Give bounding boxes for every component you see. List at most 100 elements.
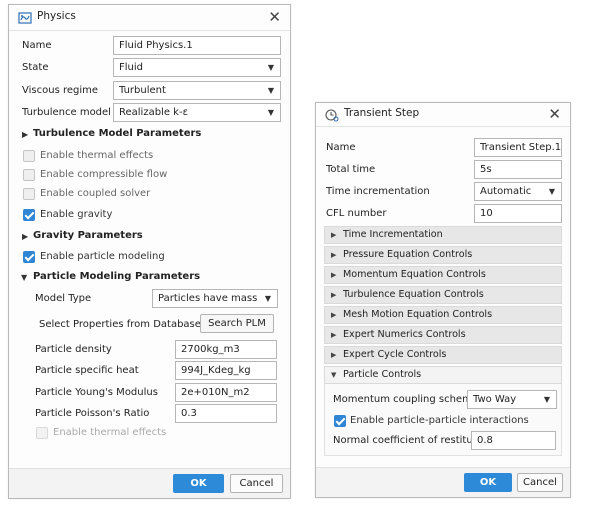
chevron-down-icon: ▼ [267, 108, 274, 117]
particle-thermal-label: Enable thermal effects [53, 427, 167, 438]
cfl-number-label: CFL number [326, 208, 387, 219]
momentum-coupling-dropdown[interactable]: Two Way ▼ [467, 390, 557, 409]
momentum-coupling-label: Momentum coupling scheme [333, 394, 478, 405]
chevron-down-icon: ▼ [548, 187, 555, 196]
physics-dialog-title: Physics [37, 10, 76, 22]
step-name-label: Name [326, 142, 356, 153]
particle-modeling-checkbox[interactable] [23, 251, 35, 263]
time-incrementation-value: Automatic [480, 186, 532, 197]
particle-modeling-label: Enable particle modeling [40, 251, 165, 262]
gravity-label: Enable gravity [40, 209, 113, 220]
coupled-solver-label: Enable coupled solver [40, 188, 151, 199]
particle-thermal-checkbox [36, 427, 48, 439]
turbulence-model-dropdown[interactable]: Realizable k-ε ▼ [113, 103, 281, 122]
momentum-coupling-value: Two Way [473, 394, 517, 405]
expand-arrow-icon: ▶ [331, 231, 337, 239]
pp-interactions-checkbox[interactable] [334, 415, 346, 427]
expand-arrow-icon: ▶ [331, 311, 337, 319]
particle-density-label: Particle density [35, 344, 112, 355]
section-pressure-equation[interactable]: ▶ Pressure Equation Controls [324, 246, 562, 264]
ok-button[interactable]: OK [173, 474, 224, 493]
state-label: State [22, 62, 49, 73]
state-value: Fluid [119, 62, 143, 73]
cfl-number-field[interactable]: 10 [474, 204, 562, 223]
turbulence-model-label: Turbulence model [22, 107, 111, 118]
cancel-button[interactable]: Cancel [517, 473, 563, 492]
viscous-regime-label: Viscous regime [22, 85, 99, 96]
expand-arrow-icon: ▶ [331, 291, 337, 299]
particle-density-field[interactable]: 2700kg_m3 [175, 340, 277, 359]
particle-specific-heat-label: Particle specific heat [35, 365, 139, 376]
transient-dialog-title: Transient Step [344, 107, 420, 119]
model-type-label: Model Type [35, 293, 92, 304]
section-label: Mesh Motion Equation Controls [343, 309, 493, 320]
section-expert-numerics[interactable]: ▶ Expert Numerics Controls [324, 326, 562, 344]
time-incrementation-dropdown[interactable]: Automatic ▼ [474, 182, 562, 201]
particle-controls-panel: Momentum coupling scheme Two Way ▼ Enabl… [324, 384, 562, 456]
thermal-effects-checkbox[interactable] [23, 150, 35, 162]
collapse-arrow-icon: ▼ [331, 371, 337, 379]
section-momentum-equation[interactable]: ▶ Momentum Equation Controls [324, 266, 562, 284]
turbulence-model-value: Realizable k-ε [119, 107, 188, 118]
physics-dialog-icon [18, 12, 32, 24]
section-label: Pressure Equation Controls [343, 249, 473, 260]
close-icon[interactable]: ✕ [268, 8, 281, 26]
coupled-solver-checkbox[interactable] [23, 188, 35, 200]
section-turbulence-equation[interactable]: ▶ Turbulence Equation Controls [324, 286, 562, 304]
pp-interactions-label: Enable particle-particle interactions [350, 415, 529, 426]
viscous-regime-value: Turbulent [119, 85, 166, 96]
particle-specific-heat-field[interactable]: 994J_Kdeg_kg [175, 361, 277, 380]
time-incrementation-label: Time incrementation [326, 186, 430, 197]
chevron-down-icon: ▼ [267, 86, 274, 95]
section-label: Expert Cycle Controls [343, 349, 447, 360]
step-name-field[interactable]: Transient Step.1 [474, 138, 562, 157]
physics-titlebar: Physics ✕ [9, 5, 290, 31]
section-mesh-motion-equation[interactable]: ▶ Mesh Motion Equation Controls [324, 306, 562, 324]
section-label: Time Incrementation [343, 229, 443, 240]
transient-footer: OK Cancel [316, 467, 570, 497]
model-type-dropdown[interactable]: Particles have mass ▼ [152, 289, 278, 308]
expand-arrow-icon: ▶ [331, 351, 337, 359]
ok-button[interactable]: OK [464, 473, 512, 492]
select-db-label: Select Properties from Database [39, 319, 201, 330]
section-label: Particle Controls [343, 369, 422, 380]
particle-youngs-modulus-label: Particle Young's Modulus [35, 387, 158, 398]
search-plm-button[interactable]: Search PLM [200, 314, 274, 333]
model-type-value: Particles have mass [158, 293, 258, 304]
total-time-field[interactable]: 5s [474, 160, 562, 179]
clock-gear-icon [325, 109, 339, 122]
expand-arrow-icon: ▶ [331, 271, 337, 279]
gravity-checkbox[interactable] [23, 209, 35, 221]
restitution-label: Normal coefficient of restitution [333, 435, 492, 446]
particle-poissons-ratio-field[interactable]: 0.3 [175, 404, 277, 423]
turbulence-params-section[interactable]: Turbulence Model Parameters [33, 128, 201, 139]
restitution-field[interactable]: 0.8 [471, 431, 556, 450]
chevron-down-icon: ▼ [264, 294, 271, 303]
state-dropdown[interactable]: Fluid ▼ [113, 58, 281, 77]
compressible-flow-label: Enable compressible flow [40, 169, 168, 180]
viscous-regime-dropdown[interactable]: Turbulent ▼ [113, 81, 281, 100]
section-label: Momentum Equation Controls [343, 269, 486, 280]
section-expert-cycle[interactable]: ▶ Expert Cycle Controls [324, 346, 562, 364]
expand-arrow-icon: ▶ [331, 331, 337, 339]
collapse-arrow-icon[interactable]: ▼ [21, 273, 27, 282]
particle-params-section[interactable]: Particle Modeling Parameters [33, 271, 200, 282]
compressible-flow-checkbox[interactable] [23, 169, 35, 181]
gravity-params-section[interactable]: Gravity Parameters [33, 230, 143, 241]
total-time-label: Total time [326, 164, 376, 175]
name-field[interactable]: Fluid Physics.1 [113, 36, 281, 55]
name-label: Name [22, 40, 52, 51]
section-time-incrementation[interactable]: ▶ Time Incrementation [324, 226, 562, 244]
particle-youngs-modulus-field[interactable]: 2e+010N_m2 [175, 383, 277, 402]
close-icon[interactable]: ✕ [548, 105, 561, 123]
expand-arrow-icon[interactable]: ▶ [22, 232, 28, 241]
expand-arrow-icon[interactable]: ▶ [22, 130, 28, 139]
thermal-effects-label: Enable thermal effects [40, 150, 154, 161]
cancel-button[interactable]: Cancel [230, 474, 283, 493]
section-particle-controls[interactable]: ▼ Particle Controls [324, 366, 562, 384]
section-label: Expert Numerics Controls [343, 329, 466, 340]
transient-step-dialog: Transient Step ✕ Name Transient Step.1 T… [315, 102, 571, 498]
transient-titlebar: Transient Step ✕ [316, 103, 570, 127]
section-label: Turbulence Equation Controls [343, 289, 484, 300]
expand-arrow-icon: ▶ [331, 251, 337, 259]
